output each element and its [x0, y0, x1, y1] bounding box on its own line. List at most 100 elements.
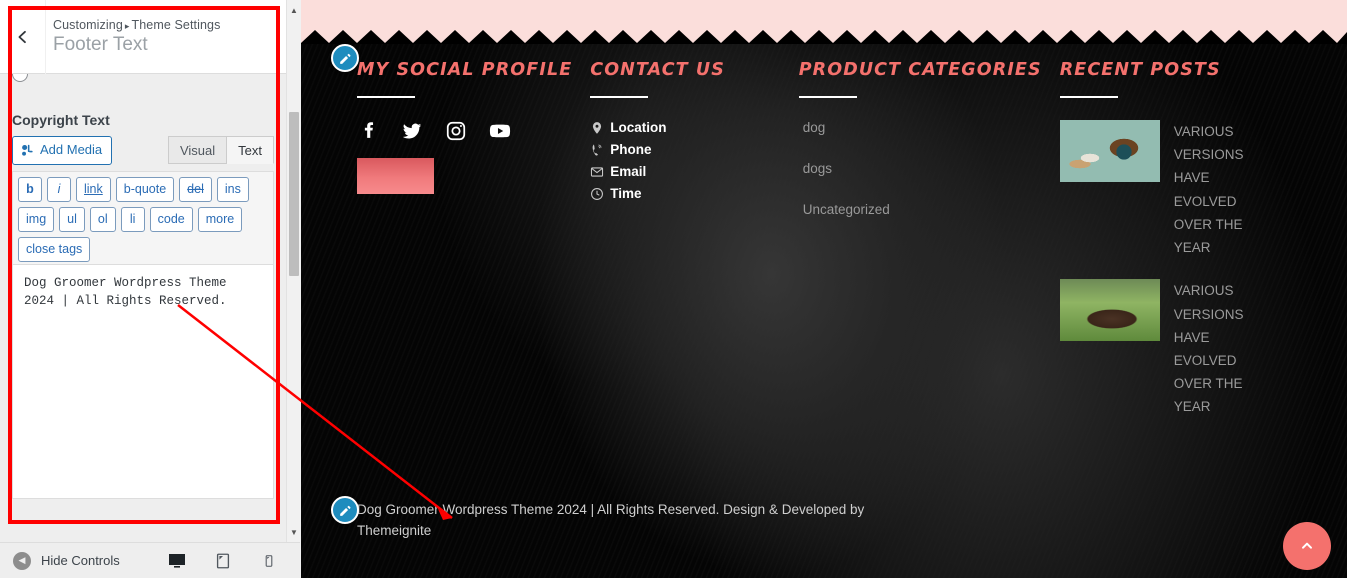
quicktag-italic[interactable]: i [47, 176, 71, 202]
title-underline [1059, 96, 1118, 98]
title-underline [798, 96, 857, 98]
contact-item-phone[interactable]: Phone [590, 142, 780, 157]
quicktag-bold[interactable]: b [18, 176, 42, 202]
hide-controls-label: Hide Controls [41, 553, 120, 568]
scroll-up-arrow-icon[interactable]: ▲ [287, 2, 301, 18]
chevron-up-icon [1302, 542, 1312, 549]
copyright-text-input[interactable] [12, 263, 274, 499]
breadcrumb: Customizing ▸ Theme Settings [53, 18, 220, 32]
quicktag-close-tags[interactable]: close tags [18, 236, 91, 262]
customizer-controls: Copyright Text Add Media Visual Text b i… [0, 74, 286, 542]
footer-widget-area: MY SOCIAL PROFILE CONTACT US Location Ph… [301, 60, 1347, 439]
collapse-icon: ◀ [13, 551, 31, 570]
post-title[interactable]: VARIOUS VERSIONS HAVE EVOLVED OVER THE Y… [1174, 279, 1254, 418]
youtube-icon[interactable] [489, 120, 511, 142]
back-button[interactable] [0, 0, 46, 74]
category-item-dog[interactable]: dog [799, 120, 1042, 135]
add-media-label: Add Media [40, 142, 103, 157]
sidebar-scrollbar[interactable]: ▲ ▼ [286, 0, 300, 542]
category-item-dogs[interactable]: dogs [799, 161, 1042, 176]
editor-mode-tabs: Visual Text [167, 136, 274, 164]
footer-copyright-text: Dog Groomer Wordpress Theme 2024 | All R… [357, 502, 865, 538]
post-thumbnail [1059, 120, 1160, 182]
quicktags-toolbar: b i link b-quote del ins img ul ol li co… [12, 170, 274, 264]
map-pin-icon [593, 121, 602, 134]
customizer-sidebar: Customizing ▸ Theme Settings Footer Text C… [0, 0, 300, 578]
clock-icon [591, 187, 604, 200]
phone-icon [592, 143, 602, 156]
widget-recent-posts: RECENT POSTS VARIOUS VERSIONS HAVE EVOLV… [1059, 60, 1291, 439]
social-accent-block [357, 158, 434, 194]
breadcrumb-section: Theme Settings [131, 17, 221, 32]
facebook-icon[interactable] [357, 120, 379, 142]
quicktag-ins[interactable]: ins [216, 176, 249, 202]
breadcrumb-separator: ▸ [124, 20, 130, 31]
radio-option-partial[interactable] [12, 74, 28, 82]
editor-toolbar: Add Media Visual Text [12, 136, 274, 165]
chevron-left-icon [18, 30, 26, 43]
tablet-icon [216, 553, 229, 568]
customizer-footer: ◀ Hide Controls [0, 542, 300, 578]
desktop-icon [168, 553, 185, 568]
pencil-icon [339, 505, 351, 516]
contact-label-location: Location [610, 120, 667, 135]
widget-title-recent-posts: RECENT POSTS [1059, 60, 1221, 80]
back-to-top-button[interactable] [1283, 522, 1331, 570]
post-title[interactable]: VARIOUS VERSIONS HAVE EVOLVED OVER THE Y… [1174, 120, 1254, 259]
tab-visual[interactable]: Visual [167, 136, 228, 164]
scrollbar-thumb[interactable] [289, 112, 299, 276]
contact-item-location[interactable]: Location [590, 120, 780, 135]
quicktag-link[interactable]: link [76, 176, 111, 202]
contact-item-time[interactable]: Time [590, 186, 780, 201]
quicktag-more[interactable]: more [197, 206, 243, 232]
device-tablet-button[interactable] [212, 549, 234, 573]
contact-label-time: Time [610, 186, 642, 201]
breadcrumb-root: Customizing [53, 17, 123, 32]
contact-label-phone: Phone [610, 142, 652, 157]
contact-item-email[interactable]: Email [590, 164, 780, 179]
widget-title-categories: PRODUCT CATEGORIES [798, 60, 1042, 80]
customizer-header: Customizing ▸ Theme Settings Footer Text [0, 0, 286, 74]
edit-widget-shortcut-footer[interactable] [331, 496, 359, 524]
widget-title-contact: CONTACT US [590, 60, 725, 80]
title-underline [357, 96, 415, 98]
page-title: Footer Text [53, 33, 148, 55]
social-icon-list [357, 120, 572, 142]
post-thumbnail [1059, 279, 1160, 342]
widget-title-social: MY SOCIAL PROFILE [357, 60, 573, 80]
instagram-icon[interactable] [445, 120, 467, 142]
hide-controls-button[interactable]: ◀ Hide Controls [0, 551, 120, 570]
copyright-text-label: Copyright Text [12, 112, 110, 128]
quicktag-ol[interactable]: ol [89, 206, 116, 232]
widget-contact-us: CONTACT US Location Phone Email Time [590, 60, 798, 439]
quicktag-del[interactable]: del [179, 176, 212, 202]
tab-text[interactable]: Text [227, 136, 274, 164]
widget-social-profile: MY SOCIAL PROFILE [357, 60, 590, 439]
add-media-button[interactable]: Add Media [12, 136, 113, 165]
scroll-down-arrow-icon[interactable]: ▼ [287, 524, 301, 540]
recent-post-item[interactable]: VARIOUS VERSIONS HAVE EVOLVED OVER THE Y… [1059, 279, 1273, 418]
envelope-icon [591, 166, 604, 177]
theme-preview-frame: MY SOCIAL PROFILE CONTACT US Location Ph… [301, 0, 1347, 578]
mobile-icon [265, 554, 273, 567]
quicktag-img[interactable]: img [18, 206, 55, 232]
edit-widget-shortcut-top[interactable] [331, 44, 359, 72]
category-list: dog dogs Uncategorized [799, 120, 1042, 217]
quicktag-ul[interactable]: ul [59, 206, 85, 232]
title-underline [590, 96, 649, 98]
recent-post-item[interactable]: VARIOUS VERSIONS HAVE EVOLVED OVER THE Y… [1059, 120, 1273, 259]
device-preview-group [159, 549, 280, 578]
quicktag-code[interactable]: code [149, 206, 193, 232]
media-icon [22, 144, 33, 156]
category-item-uncategorized[interactable]: Uncategorized [799, 202, 1042, 217]
contact-list: Location Phone Email Time [590, 120, 780, 201]
device-mobile-button[interactable] [258, 549, 280, 573]
pencil-icon [339, 53, 351, 64]
radio-circle-icon [12, 74, 28, 82]
widget-product-categories: PRODUCT CATEGORIES dog dogs Uncategorize… [798, 60, 1060, 439]
contact-label-email: Email [610, 164, 647, 179]
quicktag-li[interactable]: li [120, 206, 145, 232]
device-desktop-button[interactable] [159, 549, 194, 578]
twitter-icon[interactable] [401, 120, 423, 142]
quicktag-blockquote[interactable]: b-quote [115, 176, 175, 202]
